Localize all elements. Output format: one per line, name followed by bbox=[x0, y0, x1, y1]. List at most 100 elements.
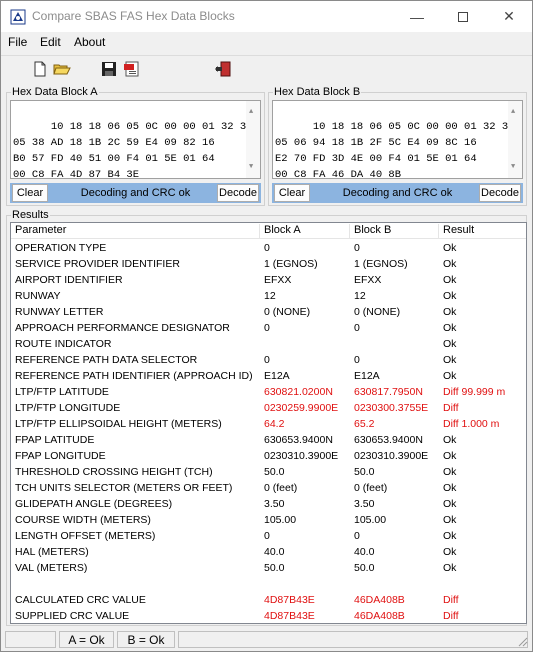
table-row[interactable]: CALCULATED CRC VALUE 4D87B43E 46DA408B Diff bbox=[11, 592, 526, 608]
hex-block-a-group: Hex Data Block A 10 18 18 06 05 0C 00 00… bbox=[6, 86, 265, 206]
cell-result: Ok bbox=[443, 514, 457, 526]
table-row[interactable]: FPAP LATITUDE 630653.9400N 630653.9400N Ok bbox=[11, 432, 526, 448]
minimize-icon: — bbox=[410, 8, 424, 25]
open-folder-icon[interactable] bbox=[53, 60, 71, 78]
menu-about[interactable]: About bbox=[74, 35, 105, 49]
window-title: Compare SBAS FAS Hex Data Blocks bbox=[32, 9, 235, 23]
minimize-button[interactable]: — bbox=[394, 1, 440, 32]
cell-block-a: 4D87B43E bbox=[264, 594, 315, 606]
hex-block-a-status: Decoding and CRC ok bbox=[80, 187, 191, 199]
table-row[interactable]: LTP/FTP LONGITUDE 0230259.9900E 0230300.37… bbox=[11, 400, 526, 416]
cell-result: Ok bbox=[443, 258, 457, 270]
cell-block-b: E12A bbox=[354, 370, 380, 382]
table-row[interactable]: THRESHOLD CROSSING HEIGHT (TCH) 50.0 50.0 O… bbox=[11, 464, 526, 480]
cell-parameter: FPAP LONGITUDE bbox=[15, 450, 106, 462]
scroll-down-icon[interactable]: ▼ bbox=[249, 159, 253, 175]
cell-block-b: 0 (NONE) bbox=[354, 306, 401, 318]
clear-a-button[interactable]: Clear bbox=[12, 184, 48, 202]
table-row[interactable]: LTP/FTP ELLIPSOIDAL HEIGHT (METERS) 64.2 6… bbox=[11, 416, 526, 432]
table-row[interactable]: HAL (METERS) 40.0 40.0 Ok bbox=[11, 544, 526, 560]
results-label: Results bbox=[11, 209, 50, 221]
table-row[interactable]: LTP/FTP LATITUDE 630821.0200N 630817.7950N… bbox=[11, 384, 526, 400]
menu-edit[interactable]: Edit bbox=[40, 35, 61, 49]
scroll-up-icon[interactable]: ▲ bbox=[249, 104, 253, 120]
cell-block-b: 0 bbox=[354, 322, 360, 334]
hex-block-b-text: 10 18 18 06 05 0C 00 00 01 32 31 05 06 9… bbox=[275, 121, 514, 181]
column-header-result[interactable]: Result bbox=[439, 224, 526, 239]
save-icon[interactable] bbox=[100, 60, 118, 78]
table-row[interactable]: VAL (METERS) 50.0 50.0 Ok bbox=[11, 560, 526, 576]
decode-b-button[interactable]: Decode bbox=[479, 184, 521, 202]
cell-block-a: 0 bbox=[264, 354, 270, 366]
cell-block-a: E12A bbox=[264, 370, 290, 382]
column-header-block-a[interactable]: Block A bbox=[260, 224, 350, 239]
cell-result: Ok bbox=[443, 546, 457, 558]
pdf-export-icon[interactable] bbox=[123, 60, 141, 78]
cell-result: Ok bbox=[443, 370, 457, 382]
column-header-block-b[interactable]: Block B bbox=[350, 224, 439, 239]
cell-block-b: 0 bbox=[354, 242, 360, 254]
cell-parameter: REFERENCE PATH IDENTIFIER (APPROACH ID) bbox=[15, 370, 253, 382]
clear-b-button[interactable]: Clear bbox=[274, 184, 310, 202]
cell-parameter: GLIDEPATH ANGLE (DEGREES) bbox=[15, 498, 173, 510]
cell-parameter: RUNWAY LETTER bbox=[15, 306, 104, 318]
toolbar bbox=[1, 56, 532, 84]
cell-block-b: EFXX bbox=[354, 274, 382, 286]
cell-block-b: 65.2 bbox=[354, 418, 375, 430]
hex-block-b-scrollbar[interactable]: ▲ ▼ bbox=[508, 101, 522, 178]
status-panel-fill bbox=[178, 631, 528, 648]
new-file-icon[interactable] bbox=[31, 60, 49, 78]
cell-block-b: 3.50 bbox=[354, 498, 375, 510]
table-row[interactable]: RUNWAY LETTER 0 (NONE) 0 (NONE) Ok bbox=[11, 304, 526, 320]
maximize-icon bbox=[458, 11, 468, 22]
hex-block-b-input[interactable]: 10 18 18 06 05 0C 00 00 01 32 31 05 06 9… bbox=[272, 100, 523, 181]
title-bar: Compare SBAS FAS Hex Data Blocks — ✕ bbox=[1, 1, 532, 32]
results-table[interactable]: Parameter Block A Block B Result OPERATI… bbox=[10, 222, 527, 624]
scroll-down-icon[interactable]: ▼ bbox=[511, 159, 515, 175]
results-group: Results Parameter Block A Block B Result… bbox=[6, 209, 527, 626]
table-row[interactable]: APPROACH PERFORMANCE DESIGNATOR 0 0 Ok bbox=[11, 320, 526, 336]
table-row[interactable] bbox=[11, 576, 526, 592]
resize-grip-icon[interactable] bbox=[518, 637, 528, 647]
table-row[interactable]: FPAP LONGITUDE 0230310.3900E 0230310.3900E… bbox=[11, 448, 526, 464]
table-row[interactable]: OPERATION TYPE 0 0 Ok bbox=[11, 240, 526, 256]
cell-parameter: COURSE WIDTH (METERS) bbox=[15, 514, 151, 526]
hex-block-a-scrollbar[interactable]: ▲ ▼ bbox=[246, 101, 260, 178]
cell-parameter: OPERATION TYPE bbox=[15, 242, 107, 254]
cell-result: Ok bbox=[443, 306, 457, 318]
cell-result: Ok bbox=[443, 242, 457, 254]
menu-file[interactable]: File bbox=[8, 35, 27, 49]
cell-result: Ok bbox=[443, 434, 457, 446]
menu-bar: File Edit About bbox=[1, 32, 532, 54]
hex-block-a-input[interactable]: 10 18 18 06 05 0C 00 00 01 32 31 05 38 A… bbox=[10, 100, 261, 181]
table-row[interactable]: REFERENCE PATH DATA SELECTOR 0 0 Ok bbox=[11, 352, 526, 368]
cell-block-a: 630653.9400N bbox=[264, 434, 333, 446]
cell-block-b: 46DA408B bbox=[354, 594, 405, 606]
table-row[interactable]: SERVICE PROVIDER IDENTIFIER 1 (EGNOS) 1 (E… bbox=[11, 256, 526, 272]
table-row[interactable]: RUNWAY 12 12 Ok bbox=[11, 288, 526, 304]
decode-a-button[interactable]: Decode bbox=[217, 184, 259, 202]
table-row[interactable]: AIRPORT IDENTIFIER EFXX EFXX Ok bbox=[11, 272, 526, 288]
cell-result: Diff 1.000 m bbox=[443, 418, 500, 430]
cell-block-b: 630653.9400N bbox=[354, 434, 423, 446]
maximize-button[interactable] bbox=[440, 1, 486, 32]
table-header: Parameter Block A Block B Result bbox=[11, 223, 526, 239]
status-panel-empty bbox=[5, 631, 56, 648]
table-row[interactable]: ROUTE INDICATOR Ok bbox=[11, 336, 526, 352]
table-row[interactable]: GLIDEPATH ANGLE (DEGREES) 3.50 3.50 Ok bbox=[11, 496, 526, 512]
cell-block-a: 105.00 bbox=[264, 514, 297, 526]
cell-parameter: HAL (METERS) bbox=[15, 546, 89, 558]
cell-block-a: 3.50 bbox=[264, 498, 285, 510]
table-row[interactable]: LENGTH OFFSET (METERS) 0 0 Ok bbox=[11, 528, 526, 544]
scroll-up-icon[interactable]: ▲ bbox=[511, 104, 515, 120]
exit-icon[interactable] bbox=[214, 60, 232, 78]
cell-block-a: 0 (feet) bbox=[264, 482, 298, 494]
table-row[interactable]: COURSE WIDTH (METERS) 105.00 105.00 Ok bbox=[11, 512, 526, 528]
table-row[interactable]: TCH UNITS SELECTOR (METERS OR FEET) 0 (fe… bbox=[11, 480, 526, 496]
table-row[interactable]: REFERENCE PATH IDENTIFIER (APPROACH ID) E… bbox=[11, 368, 526, 384]
close-button[interactable]: ✕ bbox=[486, 1, 532, 32]
table-row[interactable]: SUPPLIED CRC VALUE 4D87B43E 46DA408B Diff bbox=[11, 608, 526, 623]
cell-block-a: 1 (EGNOS) bbox=[264, 258, 318, 270]
hex-block-a-text: 10 18 18 06 05 0C 00 00 01 32 31 05 38 A… bbox=[13, 121, 252, 181]
column-header-parameter[interactable]: Parameter bbox=[11, 224, 260, 239]
